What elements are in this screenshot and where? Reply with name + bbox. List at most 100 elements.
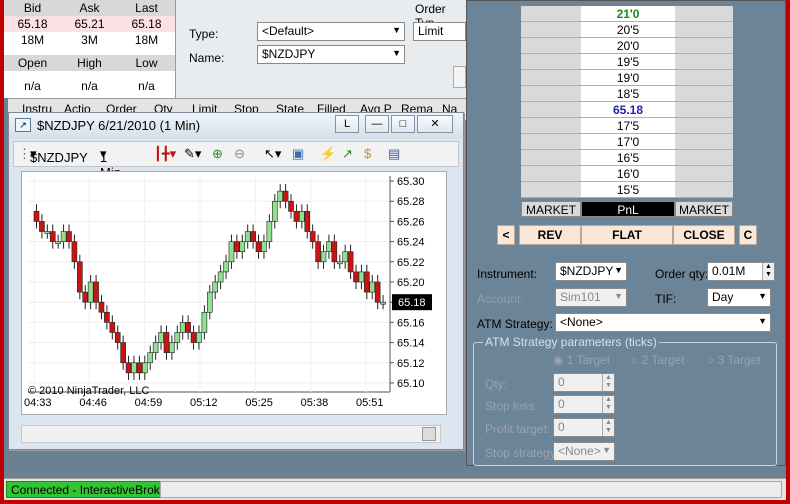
candle [93, 281, 99, 303]
ask-cell[interactable] [675, 38, 733, 54]
bid-cell[interactable] [521, 54, 581, 70]
x-tick-label: 05:38 [301, 397, 329, 409]
qty-input[interactable]: 0 ▲ ▼ [553, 373, 615, 392]
chart-horizontal-scrollbar[interactable] [21, 425, 441, 443]
candle [277, 190, 283, 202]
order-type-value: Limit [418, 24, 444, 38]
candle [179, 322, 186, 333]
bid-cell[interactable] [521, 134, 581, 150]
ask-price: 65.21 [74, 17, 105, 31]
ask-cell[interactable] [675, 182, 733, 198]
strategies-icon[interactable]: ↗ [342, 146, 353, 162]
ask-cell[interactable] [675, 134, 733, 150]
stop-loss-input[interactable]: 0 ▲ ▼ [553, 395, 615, 414]
left-c-button[interactable]: < [497, 225, 515, 245]
candle [71, 241, 78, 263]
scrollbar-thumb[interactable] [422, 427, 436, 441]
stop-loss-spinner[interactable]: ▲ ▼ [602, 396, 614, 413]
qty-spinner[interactable]: ▲ ▼ [762, 263, 774, 280]
data-box-icon[interactable]: ▤ [388, 146, 400, 162]
candle [320, 251, 327, 263]
ask-cell[interactable] [675, 118, 733, 134]
bid-cell[interactable] [521, 166, 581, 182]
bid-cell[interactable] [521, 102, 581, 118]
bid-cell[interactable] [521, 86, 581, 102]
right-c-button[interactable]: C [739, 225, 757, 245]
candle [369, 281, 376, 293]
candle [261, 241, 267, 253]
order-entry-panel: Type: <Default>▼ Name: $NZDJPY▼ Order Ty… [176, 0, 466, 98]
stop-strategy-select[interactable]: <None> ▼ [553, 442, 615, 461]
market-buy-button[interactable]: MARKET [521, 201, 581, 217]
x-tick-label: 05:51 [356, 397, 384, 409]
candle [299, 211, 305, 222]
atm-strategy-select[interactable]: <None> ▼ [555, 313, 771, 332]
order-qty-label: Order qty: [655, 267, 709, 281]
bid-cell[interactable] [521, 182, 581, 198]
ask-cell[interactable] [675, 54, 733, 70]
pencil-icon[interactable]: ✎▾ [184, 146, 201, 162]
bid-cell[interactable] [521, 150, 581, 166]
ask-cell[interactable] [675, 22, 733, 38]
candle [342, 251, 348, 263]
market-sell-button[interactable]: MARKET [675, 201, 733, 217]
interval-dropdown[interactable]: 1 Min ▾ [100, 146, 121, 180]
type-select[interactable]: <Default> ▼ [257, 22, 405, 41]
name-value: $NZDJPY [262, 47, 316, 61]
ask-cell[interactable] [675, 86, 733, 102]
bid-header: Bid [23, 1, 42, 15]
account-select[interactable]: Sim101 ▼ [555, 288, 627, 307]
ask-cell[interactable] [675, 150, 733, 166]
qty-label: Qty: [485, 377, 508, 391]
bid-cell[interactable] [521, 38, 581, 54]
chart-plot-area[interactable]: 65.30 65.28 65.26 65.24 65.22 65.20 65.18 65.16… [21, 171, 447, 415]
order-type-select[interactable]: Limit [413, 22, 466, 41]
tif-value: Day [712, 290, 734, 304]
order-qty-input[interactable]: 0.01M ▲ ▼ [707, 262, 775, 281]
chart-titlebar[interactable]: ↗ $NZDJPY 6/21/2010 (1 Min) L — □ ✕ [9, 113, 463, 139]
target-radio-1[interactable]: ◉ 1 Target [553, 353, 610, 367]
qty-input-spinner[interactable]: ▲ ▼ [602, 374, 614, 391]
bid-cell[interactable] [521, 6, 581, 22]
target-radio-2[interactable]: ○ 2 Target [631, 353, 685, 367]
profit-target-spinner[interactable]: ▲ ▼ [602, 419, 614, 436]
stop-loss-label: Stop loss: [485, 399, 538, 413]
rev-button[interactable]: REV [519, 225, 581, 245]
link-button[interactable]: L [335, 115, 359, 133]
flat-button[interactable]: FLAT [581, 225, 673, 245]
target-radio-3[interactable]: ○ 3 Target [707, 353, 761, 367]
ask-cell[interactable] [675, 6, 733, 22]
name-select[interactable]: $NZDJPY ▼ [257, 45, 405, 64]
zoom-out-icon[interactable]: ⊖ [234, 146, 245, 162]
indicators-icon[interactable]: ⚡ [320, 146, 336, 162]
bid-cell[interactable] [521, 118, 581, 134]
order-button-partial[interactable] [453, 66, 466, 88]
properties-icon[interactable]: ▣ [292, 146, 304, 162]
ask-cell[interactable] [675, 166, 733, 182]
profit-target-input[interactable]: 0 ▲ ▼ [553, 418, 615, 437]
chevron-down-icon: ▼ [392, 25, 401, 35]
candle [206, 291, 213, 313]
money-icon[interactable]: $ [364, 146, 371, 161]
close-position-button[interactable]: CLOSE [673, 225, 735, 245]
bar-type-icon[interactable]: ┃╋▾ [154, 146, 176, 162]
ask-cell[interactable] [675, 102, 733, 118]
maximize-button[interactable]: □ [391, 115, 415, 133]
bid-price: 65.18 [17, 17, 48, 31]
ask-cell[interactable] [675, 70, 733, 86]
candle [104, 311, 110, 323]
instrument-dropdown[interactable]: $NZDJPY ▾ [30, 146, 88, 165]
dom-instrument-select[interactable]: $NZDJPY ▼ [555, 262, 627, 281]
y-tick-label: 65.22 [397, 257, 425, 269]
cursor-icon[interactable]: ↖▾ [264, 146, 281, 162]
tif-select[interactable]: Day ▼ [707, 288, 771, 307]
zoom-in-icon[interactable]: ⊕ [212, 146, 223, 162]
chevron-down-icon: ▼ [602, 445, 611, 455]
bid-cell[interactable] [521, 70, 581, 86]
candle [288, 200, 294, 212]
minimize-button[interactable]: — [365, 115, 389, 133]
close-button[interactable]: ✕ [417, 115, 453, 133]
ladder-price: 20'5 [581, 22, 675, 38]
type-label: Type: [189, 27, 219, 41]
bid-cell[interactable] [521, 22, 581, 38]
